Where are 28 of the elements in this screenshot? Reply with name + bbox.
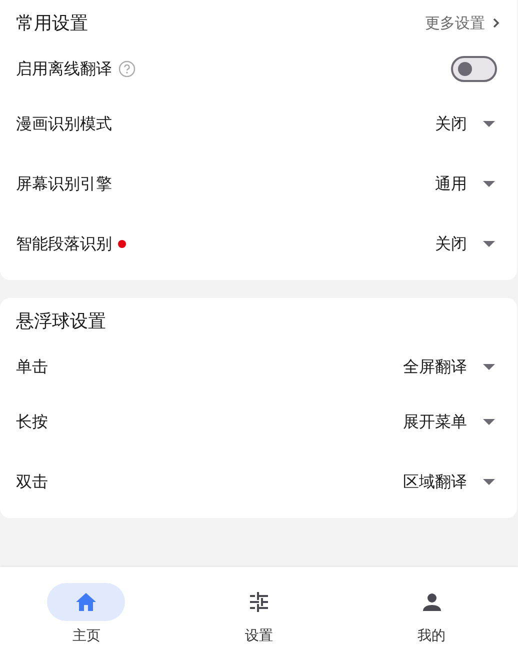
setting-label: 单击: [16, 356, 48, 378]
home-icon: [74, 590, 98, 614]
section-title: 常用设置: [16, 12, 88, 35]
section-title: 悬浮球设置: [16, 310, 106, 333]
caret-down-icon: [483, 120, 495, 128]
setting-label: 漫画识别模式: [16, 114, 112, 134]
setting-label: 双击: [16, 472, 48, 492]
caret-down-icon: [483, 240, 495, 248]
dropdown-select[interactable]: 全屏翻译: [403, 356, 495, 378]
nav-tab[interactable]: 设置: [188, 567, 329, 645]
dropdown-select[interactable]: 区域翻译: [403, 472, 495, 492]
more-settings-link[interactable]: 更多设置: [425, 14, 501, 32]
setting-label: 启用离线翻译: [16, 58, 112, 80]
toggle-switch[interactable]: [451, 56, 497, 82]
dropdown-select[interactable]: 通用: [435, 174, 495, 194]
nav-tab[interactable]: 主页: [16, 567, 156, 645]
caret-down-icon: [483, 418, 495, 426]
caret-down-icon: [483, 478, 495, 486]
chevron-right-icon: [491, 17, 501, 29]
caret-down-icon: [483, 364, 495, 370]
dropdown-select[interactable]: 关闭: [435, 234, 495, 254]
setting-label: 屏幕识别引擎: [16, 174, 112, 194]
dropdown-select[interactable]: 展开菜单: [403, 412, 495, 432]
setting-label: 智能段落识别: [16, 234, 112, 254]
dropdown-select[interactable]: 关闭: [435, 114, 495, 134]
caret-down-icon: [483, 180, 495, 188]
nav-tab[interactable]: 我的: [362, 567, 502, 645]
setting-label: 长按: [16, 412, 48, 432]
